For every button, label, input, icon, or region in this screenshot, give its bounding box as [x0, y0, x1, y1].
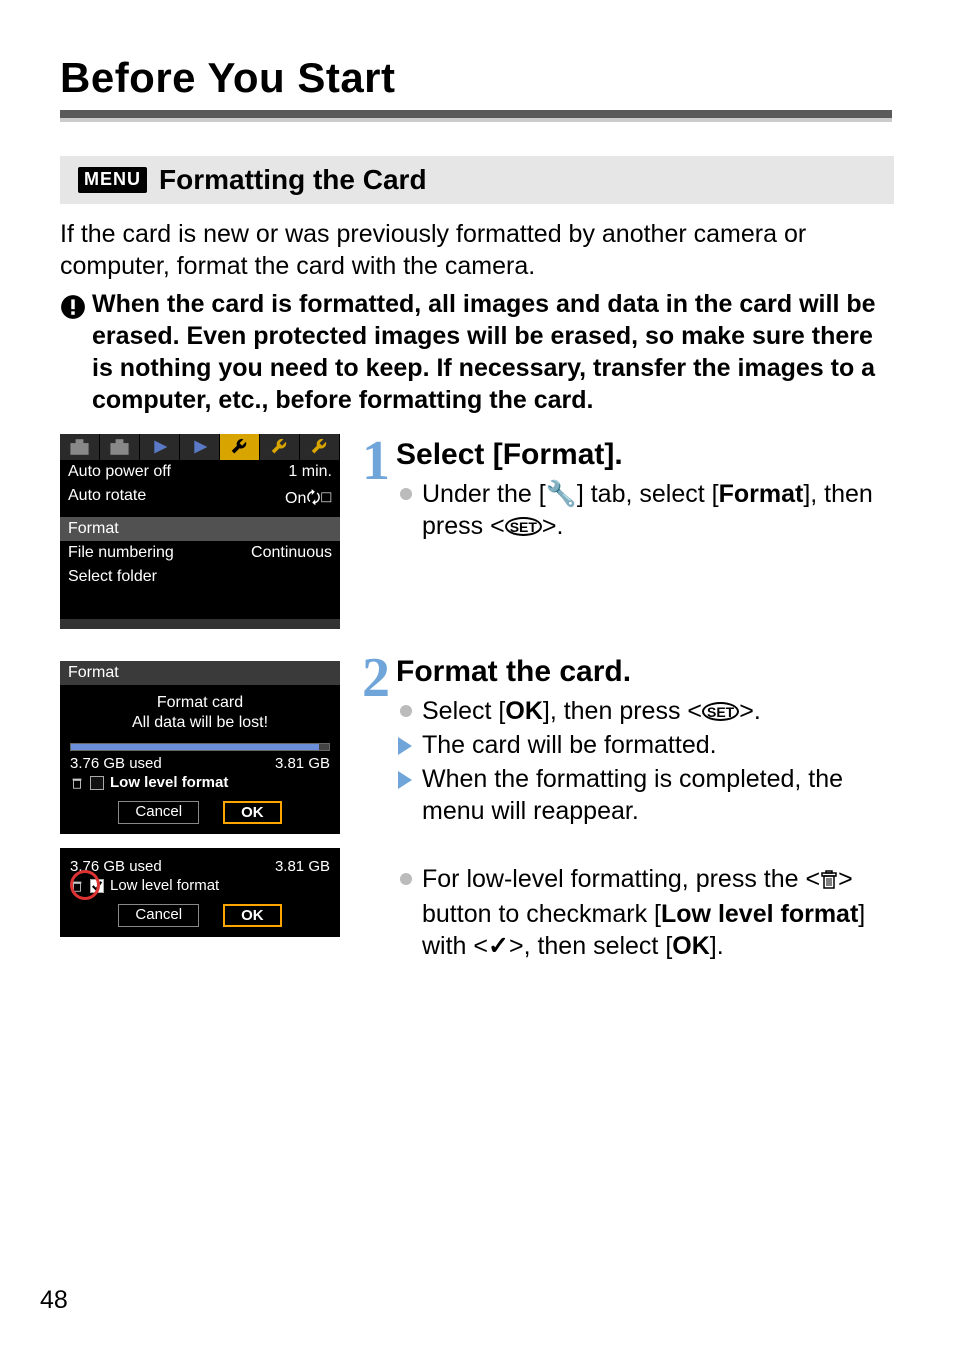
menu-badge: MENU: [78, 167, 147, 193]
title-rule-light: [60, 118, 892, 122]
warning-block: When the card is formatted, all images a…: [60, 288, 894, 416]
checkbox-empty: [90, 776, 104, 790]
camera-menu-screenshot: Auto power off1 min. Auto rotateOn🗘◻ For…: [60, 434, 340, 629]
checkbox-checked: [90, 879, 104, 893]
tab-play-2: [180, 434, 220, 460]
step-2-title: Format the card.: [396, 653, 894, 691]
menu-row: File numberingContinuous: [60, 541, 340, 565]
intro-paragraph: If the card is new or was previously for…: [60, 218, 894, 282]
tab-play-1: [140, 434, 180, 460]
dialog-message: Format card All data will be lost!: [70, 693, 330, 733]
menu-tab-strip: [60, 434, 340, 460]
check-icon: ✓: [488, 932, 509, 960]
menu-row-selected: Format: [60, 517, 340, 541]
step-number-2: 2: [360, 653, 392, 703]
bullet-icon: [400, 705, 412, 717]
page-title: Before You Start: [60, 54, 396, 102]
step-2-bullet-1: Select [OK], then press <SET>.: [396, 695, 894, 727]
storage-usage: 3.76 GB used3.81 GB: [70, 858, 330, 875]
step-2-bullet-3: When the formatting is completed, the me…: [396, 763, 894, 827]
low-level-format-row: Low level format: [70, 774, 330, 791]
trash-icon: [70, 776, 84, 790]
trash-icon: [70, 879, 84, 893]
trash-icon: [820, 866, 838, 898]
step-1-bullet: Under the [🔧] tab, select [Format], then…: [396, 478, 894, 542]
ok-button: OK: [223, 904, 282, 927]
tab-wrench-3: [300, 434, 340, 460]
bullet-icon: [400, 873, 412, 885]
storage-usage: 3.76 GB used3.81 GB: [70, 755, 330, 772]
menu-row: Select folder: [60, 565, 340, 589]
warning-icon: [60, 288, 92, 325]
set-button-icon: SET: [702, 702, 739, 721]
triangle-icon: [398, 737, 412, 755]
storage-bar: [70, 743, 330, 751]
menu-row: Auto power off1 min.: [60, 460, 340, 484]
low-level-format-row-checked: Low level format: [70, 877, 330, 894]
section-title: Formatting the Card: [159, 164, 427, 196]
low-level-format-screenshot: 3.76 GB used3.81 GB Low level format Can…: [60, 848, 340, 937]
section-heading: MENU Formatting the Card: [60, 156, 894, 204]
step-2-bullet-2: The card will be formatted.: [396, 729, 894, 761]
cancel-button: Cancel: [118, 801, 199, 824]
dialog-title: Format: [60, 661, 340, 685]
page-number: 48: [40, 1286, 68, 1315]
ok-button: OK: [223, 801, 282, 824]
set-button-icon: SET: [505, 517, 542, 536]
tab-camera-1: [60, 434, 100, 460]
cancel-button: Cancel: [118, 904, 199, 927]
tab-wrench-1-selected: [220, 434, 260, 460]
wrench-icon: 🔧: [546, 480, 577, 508]
tab-camera-2: [100, 434, 140, 460]
step-2-bullet-4: For low-level formatting, press the <> b…: [396, 863, 894, 962]
menu-row: Auto rotateOn🗘◻: [60, 484, 340, 517]
bullet-icon: [400, 488, 412, 500]
tab-wrench-2: [260, 434, 300, 460]
format-dialog-screenshot: Format Format card All data will be lost…: [60, 661, 340, 834]
title-rule: [60, 110, 892, 118]
step-number-1: 1: [360, 436, 392, 486]
step-1-title: Select [Format].: [396, 436, 894, 474]
warning-text: When the card is formatted, all images a…: [92, 288, 894, 416]
triangle-icon: [398, 771, 412, 789]
